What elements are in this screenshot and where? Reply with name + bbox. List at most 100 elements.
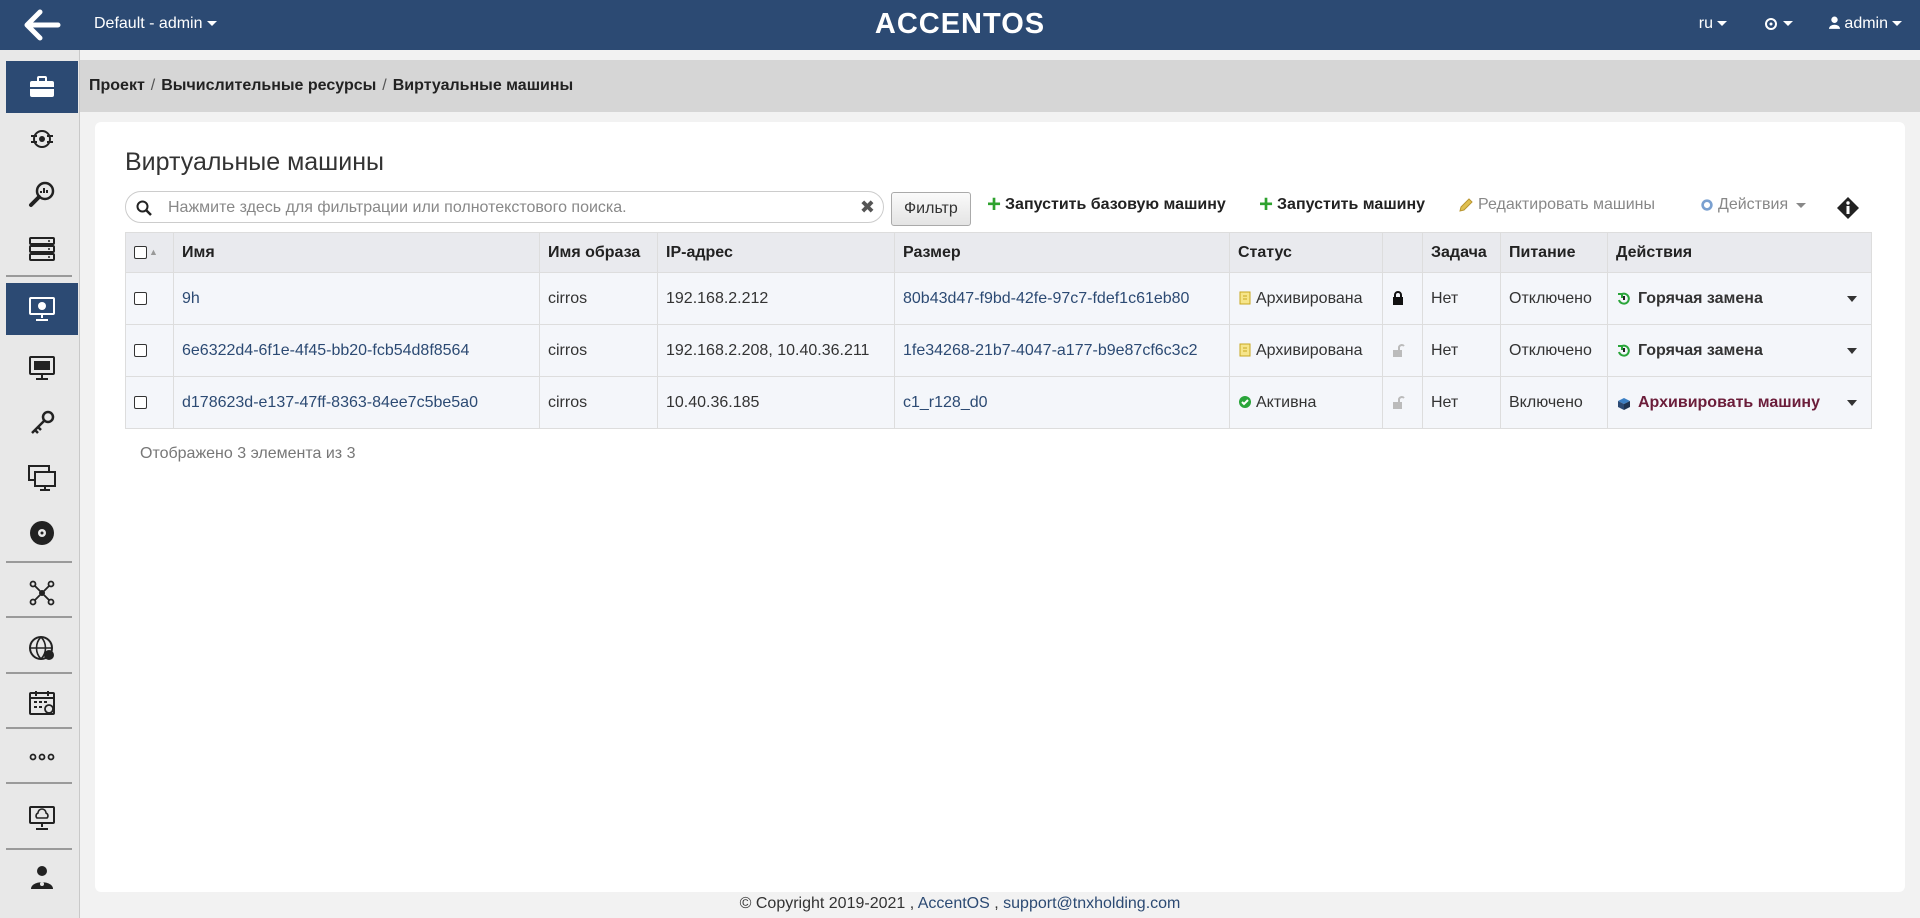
row-actions-cell: Архивировать машину bbox=[1607, 376, 1872, 429]
table-row: 6e6322d4-6f1e-4f45-bb20-fcb54d8f8564 cir… bbox=[125, 324, 1872, 377]
project-selector[interactable]: Default - admin bbox=[94, 15, 217, 33]
globe-gear-icon[interactable] bbox=[6, 622, 78, 674]
status-cell: Архивирована bbox=[1229, 272, 1383, 325]
cloud-monitor-icon[interactable] bbox=[6, 792, 78, 844]
user-icon bbox=[1828, 15, 1840, 32]
flavor-link[interactable]: 80b43d47-f9bd-42fe-97c7-fdef1c61eb80 bbox=[894, 272, 1230, 325]
items-count: Отображено 3 элемента из 3 bbox=[140, 445, 356, 462]
search-input[interactable] bbox=[168, 197, 848, 219]
info-icon[interactable] bbox=[1836, 196, 1860, 220]
gear-icon bbox=[1763, 15, 1779, 32]
chevron-down-icon bbox=[1716, 21, 1727, 27]
top-bar: Default - admin ACCENTOS ru admin bbox=[0, 0, 1920, 50]
user-menu[interactable]: admin bbox=[1828, 15, 1902, 33]
sort-up-icon: ▲ bbox=[149, 247, 158, 258]
column-header-status[interactable]: Статус bbox=[1229, 232, 1383, 273]
power-cell: Отключено bbox=[1500, 324, 1608, 377]
plus-icon: + bbox=[1259, 191, 1274, 218]
flavor-link[interactable]: 1fe34268-21b7-4047-a177-b9e87cf6c3c2 bbox=[894, 324, 1230, 377]
chevron-down-icon[interactable] bbox=[1847, 347, 1857, 354]
launch-instance-button[interactable]: + Запустить машину bbox=[1259, 191, 1426, 218]
hot-swap-button[interactable]: Горячая замена bbox=[1616, 342, 1863, 360]
chevron-down-icon[interactable] bbox=[1847, 295, 1857, 302]
sidebar bbox=[0, 50, 80, 918]
lock-open-icon[interactable] bbox=[1391, 395, 1405, 410]
row-action-label: Горячая замена bbox=[1638, 341, 1763, 359]
sidebar-divider bbox=[6, 672, 72, 674]
archive-instance-button[interactable]: Архивировать машину bbox=[1616, 394, 1863, 412]
more-icon[interactable] bbox=[6, 731, 78, 783]
ip-address-cell: 192.168.2.212 bbox=[657, 272, 895, 325]
back-arrow-icon[interactable] bbox=[22, 8, 62, 42]
network-icon[interactable] bbox=[6, 567, 78, 619]
column-header-ip[interactable]: IP-адрес bbox=[657, 232, 895, 273]
breadcrumb-item-instances: Виртуальные машины bbox=[392, 77, 574, 94]
server-rack-icon[interactable] bbox=[6, 223, 78, 275]
chevron-down-icon[interactable] bbox=[1847, 399, 1857, 406]
column-header-actions: Действия bbox=[1607, 232, 1872, 273]
breadcrumb-separator: / bbox=[382, 77, 387, 94]
hot-swap-button[interactable]: Горячая замена bbox=[1616, 290, 1863, 308]
edit-instances-button[interactable]: Редактировать машины bbox=[1458, 196, 1655, 214]
breadcrumb-item-project[interactable]: Проект bbox=[89, 77, 145, 95]
row-checkbox-cell bbox=[125, 324, 174, 377]
sidebar-divider bbox=[6, 782, 72, 784]
user-label: admin bbox=[1844, 15, 1888, 32]
row-action-label: Горячая замена bbox=[1638, 289, 1763, 307]
actions-dropdown[interactable]: Действия bbox=[1700, 196, 1807, 214]
row-checkbox[interactable] bbox=[134, 343, 147, 357]
launch-base-instance-button[interactable]: + Запустить базовую машину bbox=[987, 193, 1226, 217]
column-header-image[interactable]: Имя образа bbox=[539, 232, 658, 273]
disk-icon[interactable] bbox=[6, 507, 78, 559]
key-icon[interactable] bbox=[6, 397, 78, 449]
breadcrumb-separator: / bbox=[150, 77, 156, 94]
rocket-icon[interactable] bbox=[6, 113, 78, 165]
status-cell: Активна bbox=[1229, 376, 1383, 429]
support-email-link[interactable]: support@tnxholding.com bbox=[1003, 895, 1180, 912]
page-title: Виртуальные машины bbox=[125, 148, 384, 176]
calendar-icon[interactable] bbox=[6, 677, 78, 729]
sidebar-divider bbox=[6, 561, 72, 563]
edit-instances-label: Редактировать машины bbox=[1478, 196, 1655, 213]
clear-icon[interactable]: ✖ bbox=[860, 197, 875, 218]
row-checkbox[interactable] bbox=[134, 291, 147, 305]
column-header-name[interactable]: Имя bbox=[173, 232, 540, 273]
actions-label: Действия bbox=[1718, 196, 1789, 213]
instance-name-link[interactable]: d178623d-e137-47ff-8363-84ee7c5be5a0 bbox=[173, 376, 540, 429]
filter-button[interactable]: Фильтр bbox=[891, 192, 971, 226]
row-checkbox[interactable] bbox=[134, 395, 147, 409]
status-label: Архивирована bbox=[1256, 289, 1363, 307]
task-cell: Нет bbox=[1422, 376, 1501, 429]
monitor-cloud-icon[interactable] bbox=[6, 283, 78, 335]
gear-icon bbox=[1701, 199, 1713, 211]
lock-cell bbox=[1382, 272, 1423, 325]
instance-name-link[interactable]: 6e6322d4-6f1e-4f45-bb20-fcb54d8f8564 bbox=[173, 324, 540, 377]
hot-swap-icon bbox=[1618, 344, 1630, 357]
lock-open-icon[interactable] bbox=[1391, 343, 1405, 358]
row-action-label: Архивировать машину bbox=[1638, 393, 1820, 411]
monitor-icon[interactable] bbox=[6, 342, 78, 394]
brand-link[interactable]: AccentOS bbox=[918, 895, 990, 912]
lock-closed-icon[interactable] bbox=[1391, 291, 1405, 306]
search-box: ✖ bbox=[125, 191, 884, 223]
archive-status-icon bbox=[1239, 343, 1251, 357]
multi-monitor-icon[interactable] bbox=[6, 452, 78, 504]
zoom-icon[interactable] bbox=[6, 168, 78, 220]
copyright-text: © Copyright 2019-2021 , bbox=[739, 895, 915, 912]
flavor-link[interactable]: c1_r128_d0 bbox=[894, 376, 1230, 429]
power-cell: Отключено bbox=[1500, 272, 1608, 325]
theme-menu[interactable] bbox=[1763, 15, 1793, 33]
briefcase-icon[interactable] bbox=[6, 61, 78, 113]
select-all-checkbox[interactable] bbox=[134, 245, 147, 259]
breadcrumb-item-compute[interactable]: Вычислительные ресурсы bbox=[161, 77, 376, 95]
language-selector[interactable]: ru bbox=[1699, 15, 1727, 33]
column-header-size[interactable]: Размер bbox=[894, 232, 1230, 273]
row-checkbox-cell bbox=[125, 272, 174, 325]
table-row: d178623d-e137-47ff-8363-84ee7c5be5a0 cir… bbox=[125, 376, 1872, 429]
column-header-task[interactable]: Задача bbox=[1422, 232, 1501, 273]
chevron-down-icon bbox=[1796, 202, 1807, 208]
task-cell: Нет bbox=[1422, 272, 1501, 325]
instance-name-link[interactable]: 9h bbox=[173, 272, 540, 325]
launch-instance-label: Запустить машину bbox=[1277, 196, 1426, 213]
column-header-power[interactable]: Питание bbox=[1500, 232, 1608, 273]
